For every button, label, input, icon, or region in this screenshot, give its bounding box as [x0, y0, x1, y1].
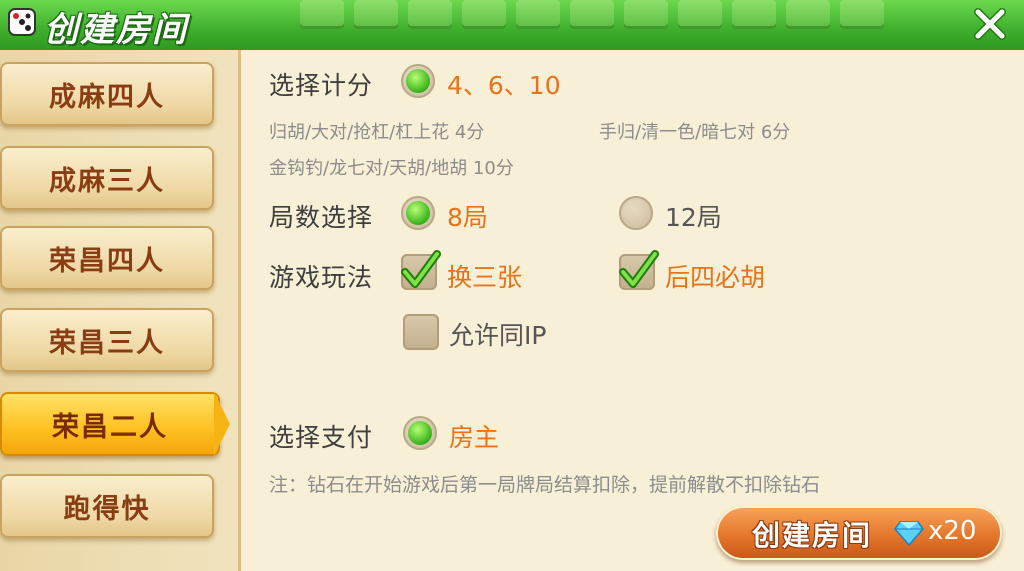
scoring-label: 选择计分 — [269, 71, 374, 100]
diamond-cost: x20 — [928, 516, 977, 546]
rule-same-ip-label[interactable]: 允许同IP — [449, 316, 546, 352]
scoring-radio[interactable] — [401, 64, 435, 98]
sidebar: 成麻四人 成麻三人 荣昌四人 荣昌三人 荣昌二人 跑得快 — [0, 50, 241, 571]
diamond-icon — [894, 521, 924, 546]
tab-label: 跑得快 — [63, 493, 151, 525]
tab-label: 荣昌四人 — [49, 245, 165, 277]
tab-rongchang-two[interactable]: 荣昌二人 — [0, 392, 220, 456]
rules-label: 游戏玩法 — [269, 263, 374, 292]
scoring-option[interactable]: 4、6、10 — [447, 66, 561, 102]
dice-icon — [8, 8, 36, 36]
payment-radio[interactable] — [403, 416, 437, 450]
rule-last-four-label[interactable]: 后四必胡 — [665, 258, 765, 294]
rule-swap-three-label[interactable]: 换三张 — [447, 258, 522, 294]
tab-chengma-four[interactable]: 成麻四人 — [0, 62, 214, 126]
rounds-12-radio[interactable] — [619, 196, 653, 230]
tab-label: 荣昌三人 — [49, 327, 165, 359]
rule-last-four-checkbox[interactable] — [619, 250, 659, 290]
create-room-label: 创建房间 — [752, 519, 873, 552]
rounds-8-option[interactable]: 8局 — [447, 198, 488, 234]
header-bar: 创建房间 — [0, 0, 1024, 50]
header-decor — [300, 0, 920, 30]
settings-panel: 选择计分 4、6、10 归胡/大对/抢杠/杠上花 4分 手归/清一色/暗七对 6… — [241, 50, 1024, 571]
rule-swap-three-checkbox[interactable] — [401, 250, 441, 290]
rule-same-ip-checkbox[interactable] — [403, 314, 439, 350]
scoring-note-2: 手归/清一色/暗七对 6分 — [599, 122, 791, 143]
tab-label: 成麻四人 — [49, 81, 165, 113]
create-room-button[interactable]: 创建房间 x20 — [716, 506, 1002, 560]
tab-label: 荣昌二人 — [52, 411, 168, 443]
tab-chengma-three[interactable]: 成麻三人 — [0, 146, 214, 210]
scoring-note-1: 归胡/大对/抢杠/杠上花 4分 — [269, 122, 485, 143]
payment-label: 选择支付 — [269, 423, 374, 452]
tab-label: 成麻三人 — [49, 165, 165, 197]
diamond-note: 注：钻石在开始游戏后第一局牌局结算扣除，提前解散不扣除钻石 — [269, 474, 821, 496]
scoring-note-3: 金钩钓/龙七对/天胡/地胡 10分 — [269, 158, 514, 179]
tab-paodekuai[interactable]: 跑得快 — [0, 474, 214, 538]
page-title: 创建房间 — [44, 10, 188, 50]
checkmark-icon — [619, 250, 659, 288]
rounds-12-option[interactable]: 12局 — [665, 198, 722, 234]
rounds-label: 局数选择 — [269, 203, 374, 232]
close-icon[interactable] — [970, 4, 1010, 44]
payment-option[interactable]: 房主 — [449, 418, 499, 454]
tab-rongchang-four[interactable]: 荣昌四人 — [0, 226, 214, 290]
rounds-8-radio[interactable] — [401, 196, 435, 230]
checkmark-icon — [401, 250, 441, 288]
active-tab-arrow — [214, 392, 230, 456]
tab-rongchang-three[interactable]: 荣昌三人 — [0, 308, 214, 372]
